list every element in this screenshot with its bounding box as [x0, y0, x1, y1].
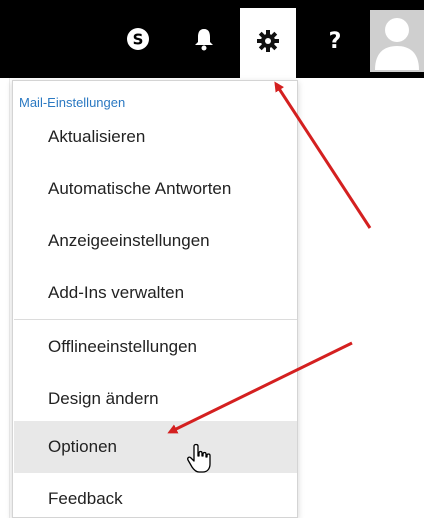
gear-icon [256, 29, 280, 58]
menu-divider [14, 319, 297, 320]
menu-item-anzeigeeinstellungen[interactable]: Anzeigeeinstellungen [14, 215, 297, 267]
svg-text:S: S [133, 30, 144, 48]
avatar[interactable] [370, 10, 424, 72]
bell-icon [193, 27, 215, 56]
menu-item-design-aendern[interactable]: Design ändern [14, 373, 297, 425]
settings-menu: Mail-Einstellungen Aktualisieren Automat… [12, 80, 298, 518]
menu-item-label: Offlineeinstellungen [48, 337, 198, 356]
menu-item-label: Feedback [48, 489, 123, 508]
menu-item-label: Anzeigeeinstellungen [48, 231, 210, 250]
menu-item-offlineeinstellungen[interactable]: Offlineeinstellungen [14, 321, 297, 373]
help-button[interactable]: ? [308, 10, 362, 72]
skype-button[interactable]: S [110, 10, 166, 72]
menu-heading: Mail-Einstellungen [19, 95, 126, 110]
menu-item-automatische-antworten[interactable]: Automatische Antworten [14, 163, 297, 215]
menu-item-optionen[interactable]: Optionen [14, 421, 297, 473]
notifications-button[interactable] [176, 10, 232, 72]
page-background-strip [0, 78, 10, 518]
skype-icon: S [125, 26, 151, 57]
menu-item-label: Design ändern [48, 389, 159, 408]
top-bar: S ? [0, 0, 424, 78]
menu-item-label: Automatische Antworten [48, 179, 232, 198]
settings-button[interactable] [240, 8, 296, 78]
menu-item-feedback[interactable]: Feedback [14, 473, 297, 518]
help-icon: ? [328, 28, 342, 54]
menu-item-aktualisieren[interactable]: Aktualisieren [14, 111, 297, 163]
menu-item-label: Optionen [48, 437, 117, 456]
menu-item-label: Add-Ins verwalten [48, 283, 185, 302]
menu-item-label: Aktualisieren [48, 127, 146, 146]
menu-item-add-ins-verwalten[interactable]: Add-Ins verwalten [14, 267, 297, 319]
avatar-icon [370, 10, 424, 72]
